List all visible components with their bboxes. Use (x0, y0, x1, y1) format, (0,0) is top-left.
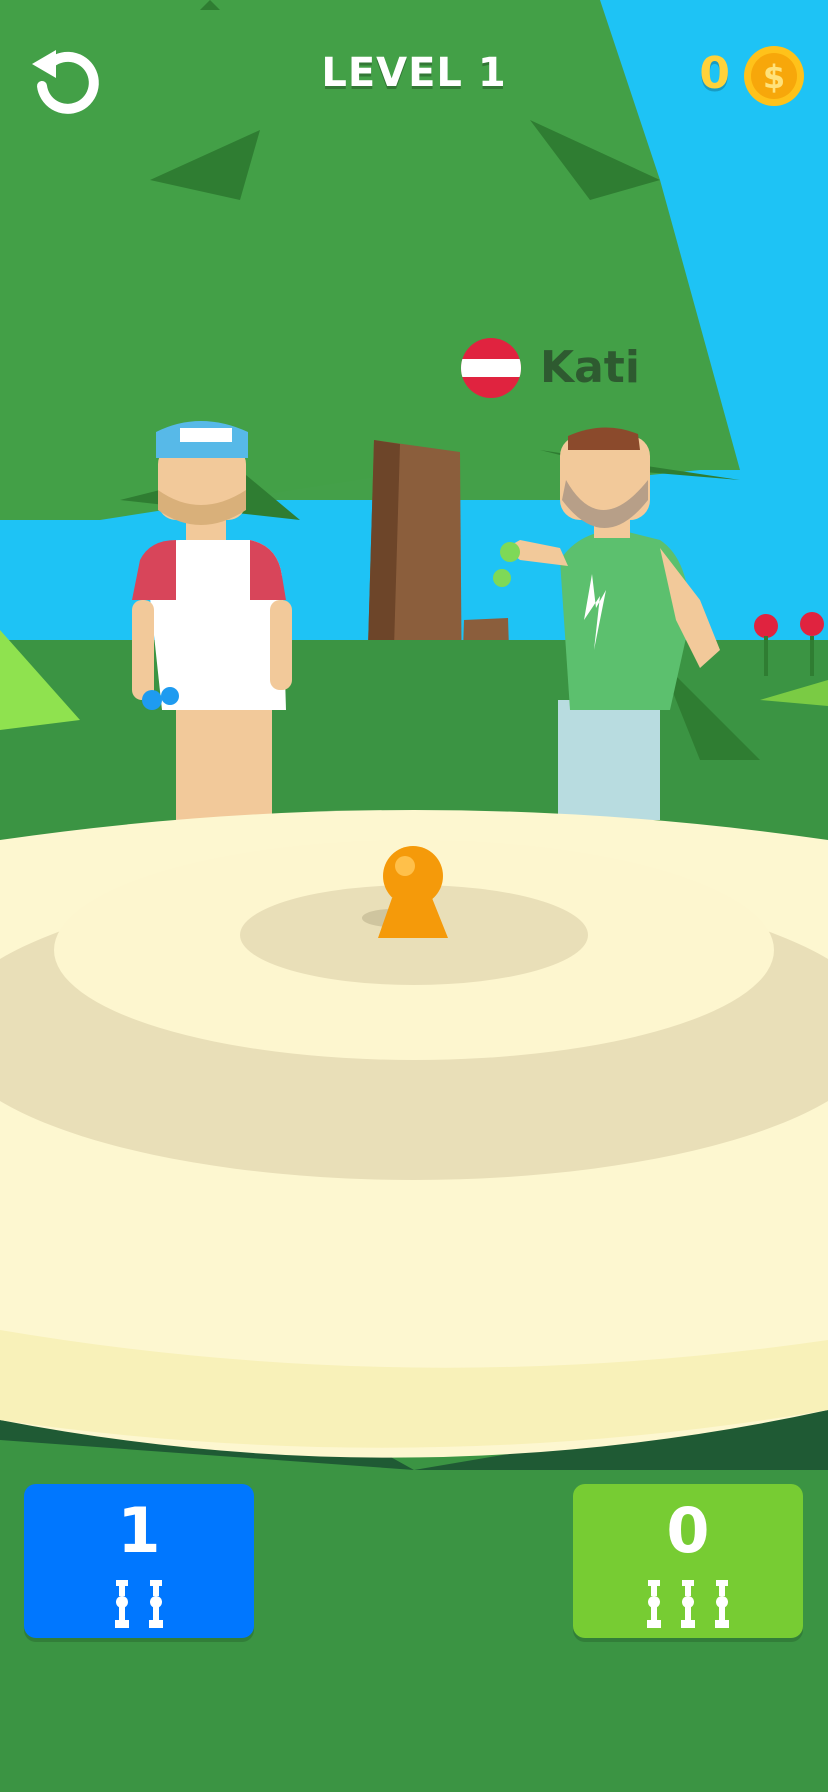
player-score: 1 (117, 1494, 161, 1567)
player-pins (24, 1580, 254, 1630)
coin-icon: $ (742, 44, 806, 108)
player-score-card: 1 (24, 1484, 254, 1638)
pin-icon (112, 1580, 132, 1628)
coin-symbol: $ (763, 58, 785, 96)
pin-icon (644, 1580, 664, 1628)
opponent-tag: Kati (460, 334, 660, 404)
austria-flag-icon (461, 338, 521, 398)
pin-icon (146, 1580, 166, 1628)
opponent-pins (573, 1580, 803, 1630)
opponent-name: Kati (540, 342, 640, 393)
coin-count: 0 (699, 48, 730, 99)
opponent-score-card: 0 (573, 1484, 803, 1638)
opponent-score: 0 (666, 1494, 710, 1567)
pin-icon (712, 1580, 732, 1628)
pin-icon (678, 1580, 698, 1628)
